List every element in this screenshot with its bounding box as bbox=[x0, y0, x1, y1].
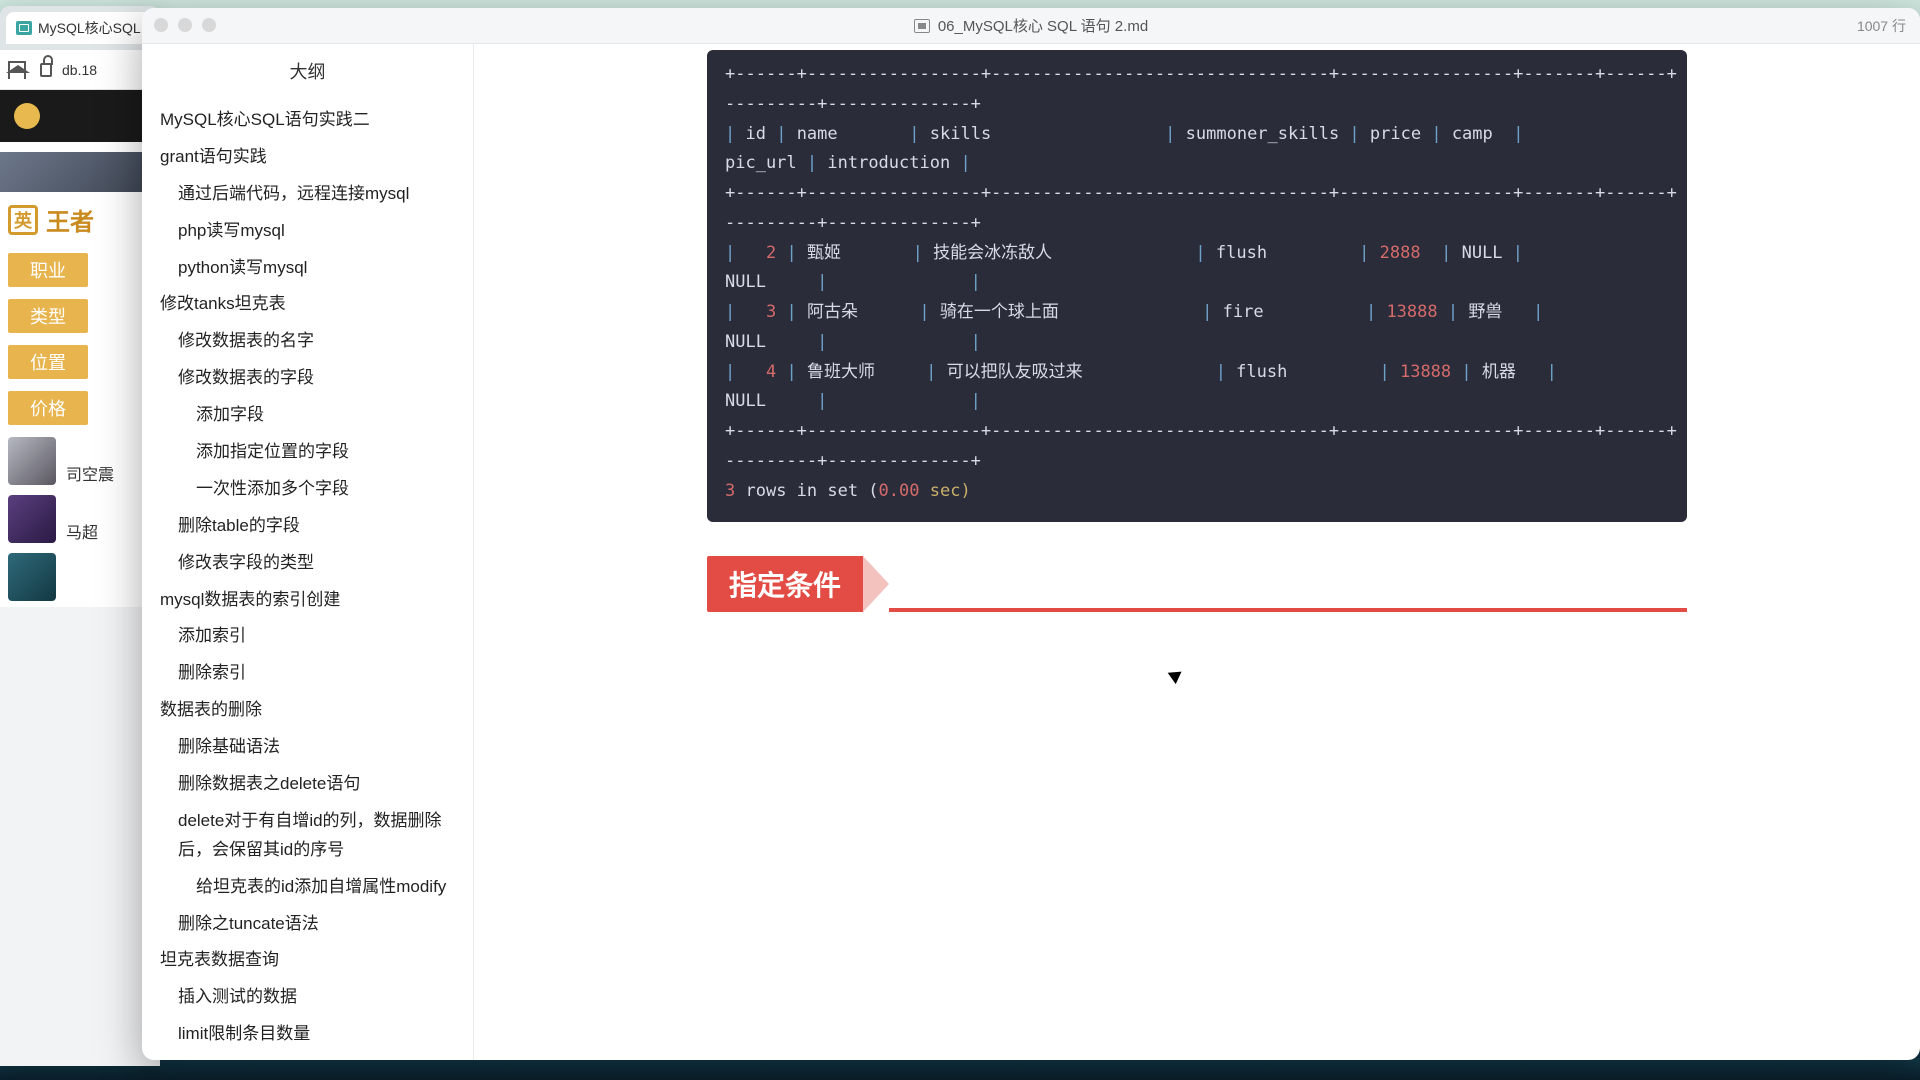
hero-avatar bbox=[8, 437, 56, 485]
site-header bbox=[0, 90, 160, 142]
window-title-text: 06_MySQL核心 SQL 语句 2.md bbox=[938, 15, 1148, 36]
browser-window: MySQL核心SQL db.18 英 王者 职业类型位置价格 司空震马超 bbox=[0, 6, 160, 1066]
outline-item[interactable]: 给坦克表的id添加自增属性modify bbox=[142, 869, 473, 906]
filter-buttons: 职业类型位置价格 bbox=[0, 247, 160, 431]
window-controls bbox=[154, 18, 216, 32]
dock bbox=[0, 1058, 1920, 1080]
browser-tab-title: MySQL核心SQL bbox=[38, 18, 141, 38]
hero-name: 马超 bbox=[66, 519, 98, 543]
outline-item[interactable]: grant语句实践 bbox=[142, 139, 473, 176]
outline-item[interactable]: php读写mysql bbox=[142, 213, 473, 250]
outline-item[interactable]: 修改表字段的类型 bbox=[142, 545, 473, 582]
titlebar: 06_MySQL核心 SQL 语句 2.md 1007 行 bbox=[142, 8, 1920, 44]
outline-item[interactable]: 添加索引 bbox=[142, 618, 473, 655]
outline-item[interactable]: limit限制条目数量 bbox=[142, 1016, 473, 1053]
book-icon bbox=[16, 21, 32, 35]
filter-button[interactable]: 位置 bbox=[8, 345, 88, 379]
filter-button[interactable]: 职业 bbox=[8, 253, 88, 287]
section-heading-text: 指定条件 bbox=[707, 556, 863, 612]
outline-title: 大纲 bbox=[142, 58, 473, 84]
browser-tab[interactable]: MySQL核心SQL bbox=[6, 12, 151, 44]
brand-badge: 英 bbox=[8, 205, 38, 235]
outline-item[interactable]: python读写mysql bbox=[142, 250, 473, 287]
site-body: 英 王者 职业类型位置价格 司空震马超 bbox=[0, 142, 160, 607]
hero-name: 司空震 bbox=[66, 461, 114, 485]
url-text: db.18 bbox=[62, 62, 97, 78]
heading-rule bbox=[889, 608, 1687, 612]
outline-item[interactable]: 删除数据表之delete语句 bbox=[142, 766, 473, 803]
hero-item[interactable]: 马超 bbox=[8, 495, 152, 543]
outline-item[interactable]: 添加指定位置的字段 bbox=[142, 434, 473, 471]
outline-item[interactable]: 添加字段 bbox=[142, 397, 473, 434]
document-area[interactable]: +------+-----------------+--------------… bbox=[474, 44, 1920, 1060]
lock-icon bbox=[40, 63, 52, 77]
document-inner: +------+-----------------+--------------… bbox=[707, 50, 1687, 612]
outline-item[interactable]: 修改数据表的字段 bbox=[142, 360, 473, 397]
line-count: 1007 行 bbox=[1857, 16, 1906, 36]
sun-icon[interactable] bbox=[14, 103, 40, 129]
heading-triangle bbox=[863, 556, 889, 612]
outline-item[interactable]: delete对于有自增id的列，数据删除后，会保留其id的序号 bbox=[142, 803, 473, 869]
outline-item[interactable]: 删除基础语法 bbox=[142, 729, 473, 766]
outline-item[interactable]: 一次性添加多个字段 bbox=[142, 471, 473, 508]
hero-avatar bbox=[8, 495, 56, 543]
hero-item[interactable]: 司空震 bbox=[8, 437, 152, 485]
outline-item[interactable]: 删除之tuncate语法 bbox=[142, 906, 473, 943]
brand-text: 王者 bbox=[46, 202, 94, 237]
outline-item[interactable]: 指定条件 bbox=[142, 1053, 473, 1060]
outline-item[interactable]: mysql数据表的索引创建 bbox=[142, 582, 473, 619]
outline-item[interactable]: 删除索引 bbox=[142, 655, 473, 692]
outline-item[interactable]: 通过后端代码，远程连接mysql bbox=[142, 176, 473, 213]
outline-item[interactable]: 修改tanks坦克表 bbox=[142, 286, 473, 323]
hero-avatar bbox=[8, 553, 56, 601]
editor-window: 06_MySQL核心 SQL 语句 2.md 1007 行 大纲 MySQL核心… bbox=[142, 8, 1920, 1060]
outline-list: MySQL核心SQL语句实践二grant语句实践通过后端代码，远程连接mysql… bbox=[142, 102, 473, 1060]
zoom-dot[interactable] bbox=[202, 18, 216, 32]
hero-list: 司空震马超 bbox=[0, 431, 160, 607]
minimize-dot[interactable] bbox=[178, 18, 192, 32]
browser-tabbar: MySQL核心SQL bbox=[0, 6, 160, 50]
outline-item[interactable]: MySQL核心SQL语句实践二 bbox=[142, 102, 473, 139]
markdown-icon bbox=[914, 19, 930, 33]
hero-item[interactable] bbox=[8, 553, 152, 601]
hero-banner bbox=[0, 152, 160, 192]
filter-button[interactable]: 价格 bbox=[8, 391, 88, 425]
home-icon[interactable] bbox=[8, 61, 26, 79]
window-title: 06_MySQL核心 SQL 语句 2.md bbox=[914, 15, 1148, 36]
outline-item[interactable]: 插入测试的数据 bbox=[142, 979, 473, 1016]
outline-item[interactable]: 坦克表数据查询 bbox=[142, 942, 473, 979]
sql-output: +------+-----------------+--------------… bbox=[707, 50, 1687, 522]
outline-item[interactable]: 修改数据表的名字 bbox=[142, 323, 473, 360]
section-heading: 指定条件 bbox=[707, 556, 1687, 612]
outline-panel: 大纲 MySQL核心SQL语句实践二grant语句实践通过后端代码，远程连接my… bbox=[142, 44, 474, 1060]
site-brand: 英 王者 bbox=[0, 192, 160, 247]
outline-item[interactable]: 删除table的字段 bbox=[142, 508, 473, 545]
close-dot[interactable] bbox=[154, 18, 168, 32]
address-bar[interactable]: db.18 bbox=[0, 50, 160, 90]
outline-item[interactable]: 数据表的删除 bbox=[142, 692, 473, 729]
filter-button[interactable]: 类型 bbox=[8, 299, 88, 333]
